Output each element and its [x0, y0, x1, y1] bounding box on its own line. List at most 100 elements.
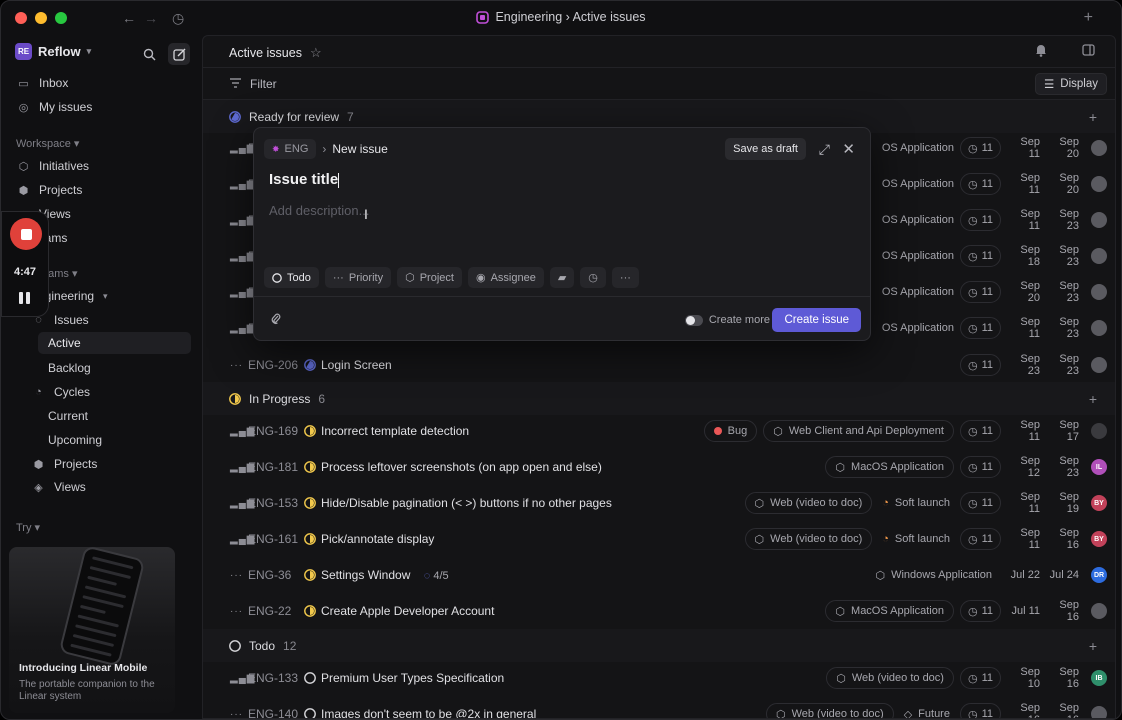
avatar[interactable] [1091, 248, 1107, 264]
issue-title-input[interactable]: Issue title [269, 171, 340, 188]
avatar[interactable]: IL [1091, 459, 1107, 475]
avatar[interactable] [1091, 320, 1107, 336]
in-progress-status-icon[interactable] [304, 461, 316, 473]
issue-row[interactable]: ▂▄▆ ENG-133 Premium User Types Specificat… [203, 660, 1115, 696]
priority-chip[interactable]: ··· Priority [324, 267, 392, 288]
issue-row[interactable]: ··· ENG-36 Settings Window ◌ 4/5 ⬡ Window… [203, 557, 1115, 593]
in-progress-status-icon[interactable] [304, 569, 316, 581]
sidebar-item-team-projects[interactable]: ⬢ Projects [9, 453, 191, 475]
avatar[interactable] [1091, 603, 1107, 619]
more-options-chip[interactable]: ··· [611, 267, 639, 288]
linear-mobile-promo-card[interactable]: Introducing Linear Mobile The portable c… [9, 547, 175, 713]
cycle-chip[interactable]: ◷ 11 [959, 420, 1001, 442]
create-issue-button[interactable]: Create issue [772, 308, 861, 332]
workspace-switcher[interactable]: RE Reflow ▾ [15, 43, 91, 60]
issue-row[interactable]: ▂▄▆ ENG-181 Process leftover screenshots … [203, 449, 1115, 485]
sidebar-item-active[interactable]: Active [38, 332, 191, 354]
search-icon[interactable] [138, 43, 160, 65]
sidebar-item-projects[interactable]: ⬢ Projects [9, 179, 191, 201]
avatar[interactable] [1091, 284, 1107, 300]
bug-label-chip[interactable]: Bug [703, 420, 758, 442]
project-chip[interactable]: ⬡ MacOS Application [825, 456, 954, 478]
status-chip[interactable]: Todo [264, 267, 319, 288]
avatar[interactable]: BY [1091, 495, 1107, 511]
issue-row[interactable]: ▂▄▆ ENG-161 Pick/annotate display ⬡ Web (… [203, 521, 1115, 557]
new-tab-plus-icon[interactable]: + [1084, 10, 1093, 26]
avatar[interactable]: DR [1091, 567, 1107, 583]
project-chip[interactable]: OS Application [882, 281, 954, 303]
try-section-label[interactable]: Try ▾ [16, 521, 40, 534]
star-icon[interactable]: ☆ [310, 45, 322, 61]
cycle-chip[interactable]: ◷ 11 [959, 528, 1001, 550]
avatar[interactable] [1091, 357, 1107, 373]
pause-recording-button[interactable] [19, 292, 33, 306]
filter-button[interactable]: Filter [229, 77, 277, 91]
project-chip[interactable]: ⬡ Web (video to doc) [744, 528, 873, 550]
stop-recording-button[interactable] [10, 218, 42, 250]
milestone-chip[interactable]: ◔ Soft launch [878, 492, 954, 514]
project-chip[interactable]: ⬡ Project [397, 267, 462, 288]
bell-icon[interactable] [1035, 44, 1047, 60]
cycle-chip[interactable]: ◷ 11 [959, 137, 1001, 159]
cycle-chip[interactable]: ◷ 11 [959, 703, 1001, 718]
project-chip[interactable]: OS Application [882, 137, 954, 159]
add-issue-plus-icon[interactable]: + [1089, 391, 1097, 407]
sidebar-item-cycles[interactable]: ◔ Cycles [9, 381, 191, 403]
cycle-chip[interactable]: ◷ 11 [959, 667, 1001, 689]
project-chip[interactable]: OS Application [882, 209, 954, 231]
sidebar-item-my-issues[interactable]: ◎ My issues [9, 96, 191, 118]
issue-row[interactable]: ▂▄▆ ENG-169 Incorrect template detection … [203, 413, 1115, 449]
expand-icon[interactable]: ⤢ [819, 141, 830, 158]
close-icon[interactable]: ✕ [842, 140, 855, 158]
avatar[interactable]: BY [1091, 531, 1107, 547]
sidebar-item-team-views[interactable]: ◈ Views [9, 476, 191, 498]
cycle-chip[interactable]: ◷ 11 [959, 173, 1001, 195]
sidebar-item-initiatives[interactable]: ⬡ Initiatives [9, 155, 191, 177]
cycle-chip[interactable]: ◷ 11 [959, 281, 1001, 303]
avatar[interactable] [1091, 176, 1107, 192]
add-issue-plus-icon[interactable]: + [1089, 109, 1097, 125]
project-chip[interactable]: ⬡ MacOS Application [825, 600, 954, 622]
project-chip[interactable]: OS Application [882, 245, 954, 267]
cycle-chip[interactable]: ◷ 11 [959, 245, 1001, 267]
in-progress-status-icon[interactable] [304, 497, 316, 509]
avatar[interactable] [1091, 423, 1107, 439]
avatar[interactable] [1091, 706, 1107, 718]
in-progress-status-icon[interactable] [304, 425, 316, 437]
assignee-chip[interactable]: ◉ Assignee [467, 267, 544, 288]
issue-row[interactable]: ··· ENG-140 Images don't seem to be @2x i… [203, 696, 1115, 718]
add-issue-plus-icon[interactable]: + [1089, 638, 1097, 654]
issue-row[interactable]: ··· ENG-22 Create Apple Developer Account… [203, 593, 1115, 629]
description-input[interactable]: Add description... [269, 203, 369, 218]
in-progress-status-icon[interactable] [304, 533, 316, 545]
project-chip[interactable]: OS Application [882, 173, 954, 195]
milestone-chip[interactable]: ◔ Soft launch [878, 528, 954, 550]
issue-row[interactable]: ··· ENG-206 Login Screen ◷ 11 Sep 23 Sep 23 [203, 347, 1115, 383]
cycle-chip[interactable]: ◷ 11 [959, 600, 1001, 622]
in-review-status-icon[interactable] [304, 359, 316, 371]
new-issue-compose-icon[interactable] [168, 43, 190, 65]
cycle-chip[interactable]: ◷ 11 [959, 209, 1001, 231]
project-chip[interactable]: ⬡ Web Client and Api Deployment [763, 420, 954, 442]
project-chip[interactable]: ⬡ Web (video to doc) [826, 667, 954, 689]
create-more-toggle[interactable]: Create more [684, 314, 770, 326]
project-chip[interactable]: ⬡ Web (video to doc) [765, 703, 894, 718]
project-chip[interactable]: ⬡ Web (video to doc) [744, 492, 873, 514]
team-selector[interactable]: ✸ ENG [264, 139, 317, 159]
label-chip[interactable]: ▰ [549, 267, 575, 288]
cycle-chip[interactable]: ◷ 11 [959, 317, 1001, 339]
project-chip[interactable]: ⬡ Windows Application [867, 564, 1002, 586]
workspace-section-label[interactable]: Workspace ▾ [16, 137, 79, 150]
cycle-chip[interactable]: ◷ 11 [959, 354, 1001, 376]
group-header-in-progress[interactable]: In Progress 6 + [203, 382, 1115, 415]
group-header-todo[interactable]: Todo 12 + [203, 629, 1115, 662]
milestone-chip[interactable]: ◇ Future [900, 703, 954, 718]
sidebar-item-current[interactable]: Current [9, 405, 191, 427]
sidebar-item-upcoming[interactable]: Upcoming [9, 429, 191, 451]
paperclip-icon[interactable] [270, 312, 281, 328]
issue-row[interactable]: ▂▄▆ ENG-153 Hide/Disable pagination (< >)… [203, 485, 1115, 521]
sidebar-toggle-icon[interactable] [1082, 44, 1095, 59]
avatar[interactable] [1091, 212, 1107, 228]
todo-status-icon[interactable] [304, 672, 316, 684]
avatar[interactable]: IB [1091, 670, 1107, 686]
